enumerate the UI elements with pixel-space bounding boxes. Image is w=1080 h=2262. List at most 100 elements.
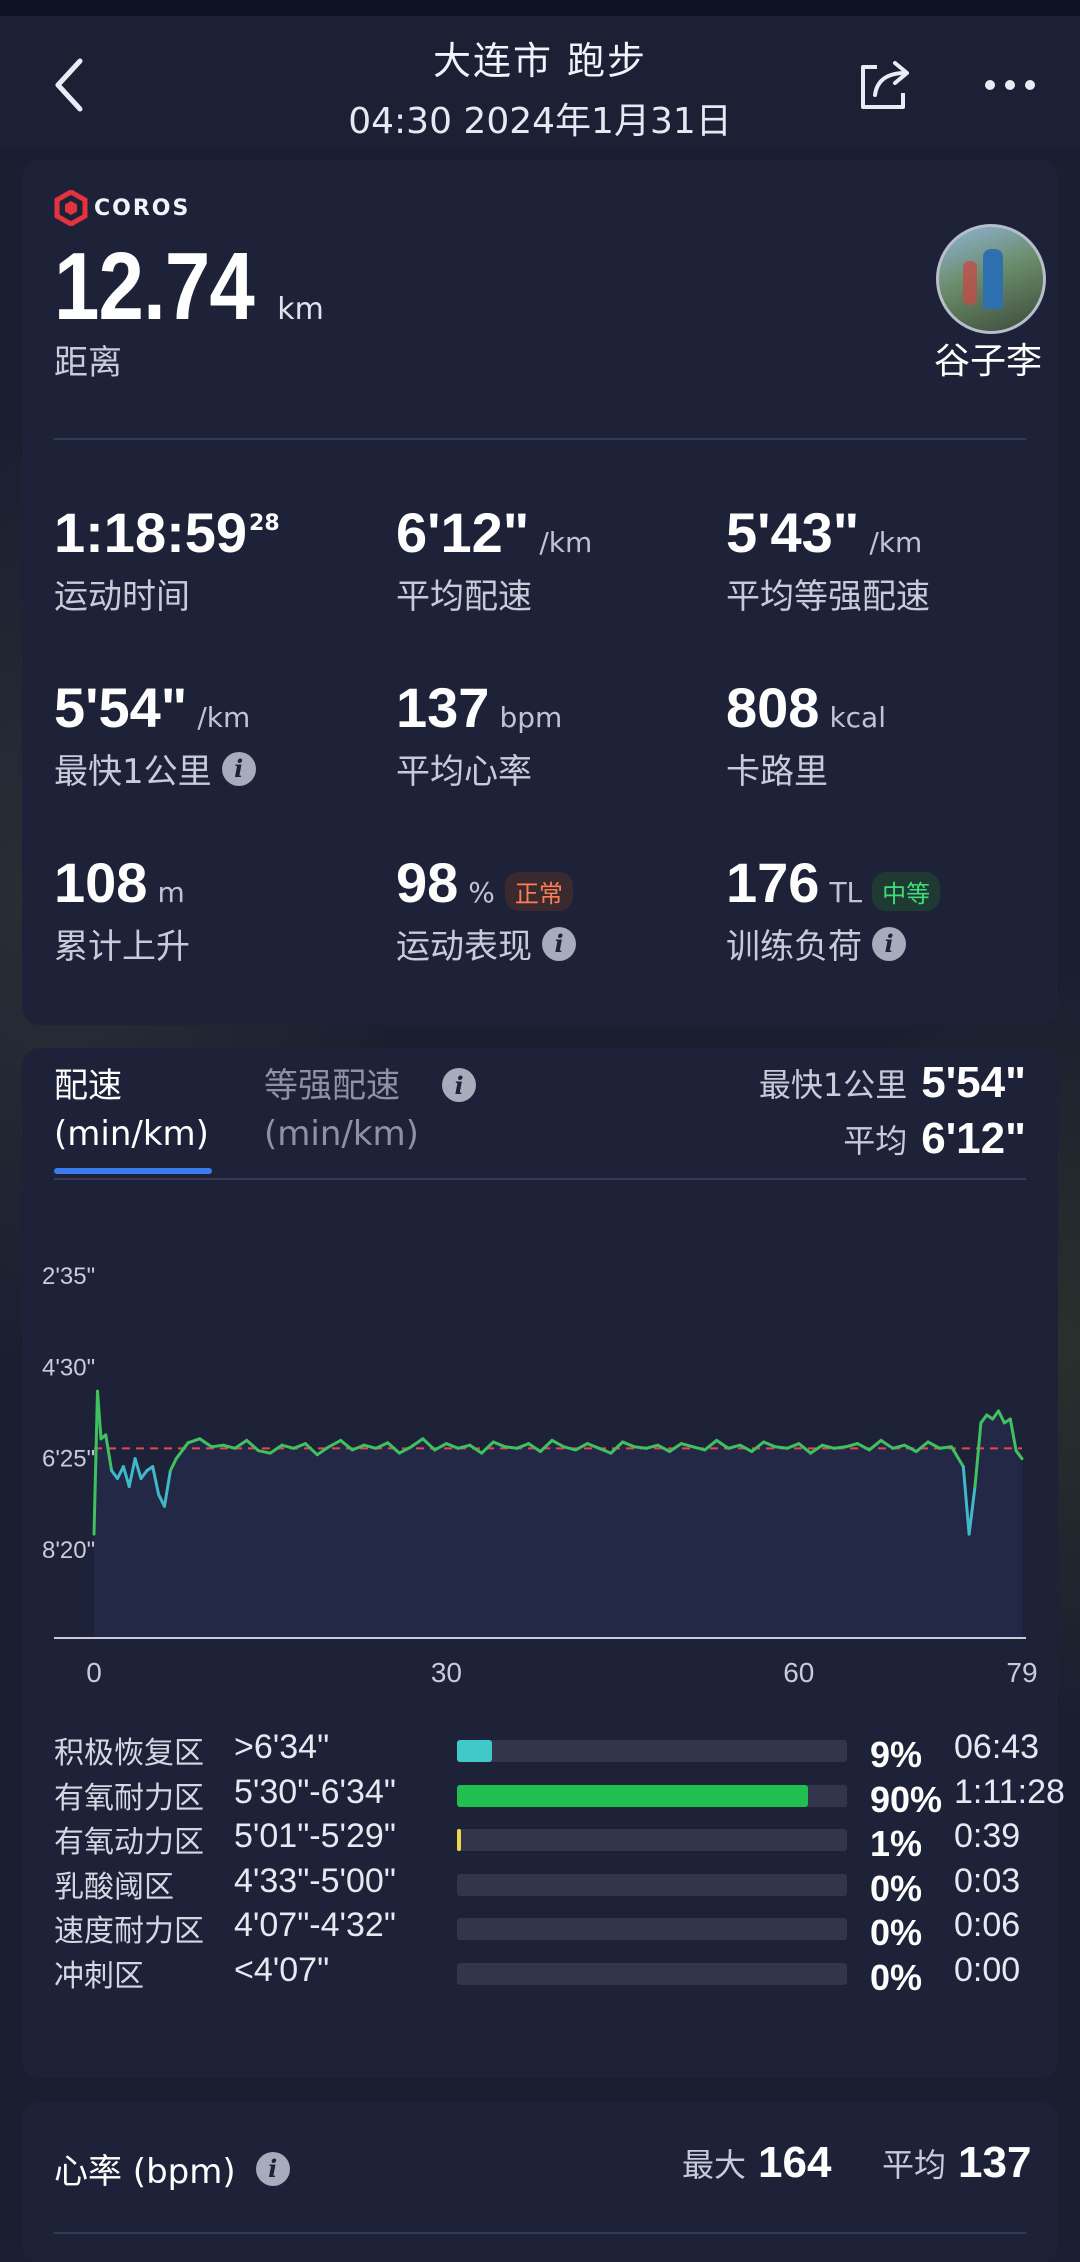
tab-active-underline (54, 1168, 212, 1174)
stat-label: 训练负荷 (726, 927, 862, 967)
zone-name: 冲刺区 (54, 1958, 144, 1994)
distance-unit: km (277, 292, 324, 327)
avatar[interactable] (936, 224, 1046, 334)
more-icon[interactable] (980, 60, 1040, 110)
zone-name: 速度耐力区 (54, 1914, 204, 1949)
stat-label: 最快1公里 (54, 752, 212, 792)
y-tick-label: 8'20" (42, 1537, 95, 1564)
zone-bar-fill (457, 1784, 808, 1807)
zone-range: >6'34" (234, 1728, 330, 1766)
stat-calories: 808 kcal 卡路里 (726, 675, 886, 793)
coros-hex-icon (54, 190, 88, 226)
tab-grade-pace-label: 等强配速 (264, 1066, 400, 1106)
tab-divider (54, 1178, 1026, 1180)
zone-percent: 0% (870, 1867, 923, 1909)
zone-range: <4'07" (234, 1950, 330, 1989)
stat-unit: % (468, 876, 495, 909)
fastest-km-summary: 最快1公里 5'54" (759, 1058, 1026, 1108)
stat-avg-grade-pace: 5'43" /km 平均等强配速 (726, 500, 930, 618)
stat-value: 6'12" (396, 501, 530, 564)
stat-value: 176 (726, 851, 820, 914)
zone-time: 06:43 (954, 1728, 1040, 1766)
zone-percent: 9% (870, 1734, 923, 1775)
stat-unit: TL (829, 876, 863, 909)
pace-line-segment (773, 1445, 789, 1450)
zone-name: 乳酸阈区 (54, 1869, 174, 1905)
y-tick-label: 6'25" (42, 1446, 95, 1473)
stat-elevation-gain: 108 m 累计上升 (54, 850, 190, 968)
zone-name: 有氧耐力区 (54, 1780, 204, 1816)
page-subtitle: 04:30 2024年1月31日 (348, 101, 732, 142)
hr-max-summary: 最大 164 (682, 2138, 831, 2188)
stat-value: 5'43" (726, 501, 860, 564)
hr-max-label: 最大 (682, 2146, 747, 2184)
zone-name: 有氧动力区 (54, 1825, 204, 1860)
zone-bar (457, 1740, 847, 1762)
coros-logo: COROS (54, 188, 190, 228)
zone-range: 4'33"-5'00" (234, 1861, 396, 1900)
zone-time: 0:06 (954, 1906, 1021, 1944)
tab-grade-pace[interactable]: 等强配速 (min/km) (264, 1062, 419, 1158)
pace-line-segment (210, 1443, 225, 1449)
stat-label: 平均配速 (396, 577, 532, 617)
stat-avg-pace: 6'12" /km 平均配速 (396, 500, 592, 618)
hr-avg-value: 137 (958, 2138, 1032, 2187)
chart-area (94, 1391, 1022, 1638)
heart-rate-title-group: 心率 (bpm) i (54, 2144, 290, 2193)
tab-pace[interactable]: 配速 (min/km) (54, 1062, 209, 1158)
share-icon[interactable] (855, 55, 915, 115)
distance-value: 12.74 (54, 233, 255, 340)
stat-label: 卡路里 (726, 752, 828, 792)
stat-performance: 98% 正常 运动表现 i (396, 850, 576, 968)
info-icon[interactable]: i (255, 2151, 290, 2186)
stat-value: 98 (396, 851, 459, 914)
info-icon[interactable]: i (542, 926, 576, 961)
x-tick-label: 0 (86, 1657, 102, 1688)
zone-name: 积极恢复区 (54, 1736, 204, 1771)
hr-divider (54, 2232, 1026, 2234)
info-icon[interactable]: i (872, 926, 906, 961)
avg-pace-label: 平均 (843, 1122, 908, 1160)
stat-label: 平均等强配速 (726, 577, 930, 617)
pace-line-segment (503, 1445, 519, 1450)
stat-unit: bpm (499, 701, 563, 734)
y-tick-label: 2'35" (42, 1263, 95, 1290)
avatar-figure-bg (963, 261, 977, 305)
stat-label: 运动表现 (396, 927, 532, 967)
user-name: 谷子李 (933, 341, 1042, 382)
brand-name: COROS (94, 195, 191, 221)
summary-divider (54, 438, 1026, 440)
stat-unit: kcal (829, 701, 886, 734)
stat-value: 808 (726, 676, 820, 739)
status-badge: 正常 (504, 872, 573, 911)
pace-chart[interactable]: 2'35" 4'30" 6'25" 8'20" 0 30 60 79 (22, 1198, 1058, 1708)
zone-bar-fill (457, 1740, 493, 1762)
zone-bar (457, 1873, 847, 1896)
pace-card: 配速 (min/km) 等强配速 (min/km) i 最快1公里 5'54" … (22, 1048, 1065, 2078)
zone-time: 0:00 (954, 1950, 1021, 1989)
zone-time: 0:39 (954, 1817, 1021, 1855)
x-tick-label: 30 (431, 1657, 462, 1688)
page-title: 大连市 跑步 (432, 39, 648, 83)
pace-line-segment (938, 1445, 953, 1450)
info-icon[interactable]: i (442, 1068, 476, 1102)
stat-value: 137 (396, 676, 490, 739)
zone-time: 0:03 (954, 1861, 1021, 1900)
avg-pace-summary: 平均 6'12" (843, 1114, 1026, 1164)
pace-line-segment (832, 1445, 848, 1450)
y-tick-label: 4'30" (42, 1354, 95, 1381)
zone-bar (457, 1784, 847, 1807)
avatar-figure (983, 249, 1003, 309)
zone-row: 有氧动力区 5'01"-5'29" 1% 0:39 (54, 1817, 1034, 1864)
stat-unit: /km (869, 526, 923, 559)
avg-pace-value: 6'12" (921, 1114, 1026, 1163)
info-icon[interactable]: i (221, 751, 256, 786)
tab-grade-pace-unit: (min/km) (264, 1114, 419, 1154)
stat-avg-hr: 137 bpm 平均心率 (396, 675, 562, 793)
summary-card: COROS 12.74 km 距离 谷子李 1:18:59 28 运动时间 6'1… (22, 160, 1058, 1025)
stat-unit: /km (539, 526, 593, 559)
zone-time: 1:11:28 (954, 1772, 1065, 1811)
zone-percent: 90% (870, 1778, 943, 1820)
zone-row: 积极恢复区 >6'34" 9% 06:43 (54, 1728, 1039, 1775)
stat-sup: 28 (249, 511, 280, 536)
